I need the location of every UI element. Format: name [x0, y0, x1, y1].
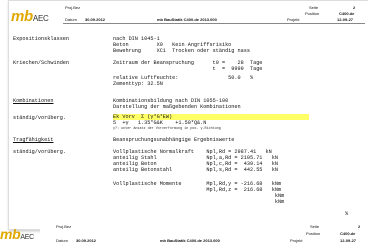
- back-mbaec-logo: mbAEC: [0, 226, 34, 242]
- position-value: C400.de: [339, 11, 355, 16]
- exp-line3: Bewehrung XC1 Trocken oder ständig nass: [113, 48, 250, 54]
- kriech-line2: t = 9999 Tage: [113, 66, 263, 72]
- back-logo-mb: mb: [0, 226, 21, 242]
- program-name: mb BauStatik C400.de 2013.000: [157, 17, 217, 22]
- header-rule: [63, 23, 365, 24]
- datum-value: 30.09.2012: [85, 17, 106, 22]
- ek-values-line: 5 +γ 1.35*G&K +1.50*Q&.N: [113, 120, 207, 126]
- tragfaehigkeit-label: Tragfähigkeit: [13, 137, 54, 143]
- back-seite-label: Seite: [310, 224, 320, 229]
- kombinationen-label: Kombinationen: [13, 98, 54, 104]
- ek-note: γ?: unter Ansatz der Vorverformung in po…: [113, 127, 221, 131]
- vp-line4: anteilig Betonstahl Npl,s,Rd = 442.55 kN: [113, 167, 278, 173]
- document-page: Proj.Bez Seite 2 Position C400.de mbAEC …: [8, 0, 368, 230]
- back-projekt-label: Projekt: [290, 238, 303, 243]
- logo-mb: mb: [11, 8, 33, 25]
- projekt-label: Projekt: [287, 17, 300, 22]
- back-position-value: C400.de: [340, 231, 356, 236]
- percent-sign: %: [345, 211, 349, 217]
- datum-label: Datum: [65, 17, 77, 22]
- position-label: Position: [305, 11, 320, 16]
- back-program-name: mb BauStatik C400.de 2013.000: [160, 238, 220, 243]
- trag-line: Beanspruchungsunabhängige Ergebniswerte: [113, 137, 235, 143]
- back-position-label: Position: [306, 231, 321, 236]
- logo-aec: AEC: [32, 14, 49, 23]
- back-proj-bez-label: Proj.Bez: [56, 224, 72, 229]
- seite-label: Seite: [309, 5, 319, 10]
- komb-line2: Darstellung der maßgebenden Kombinatione…: [113, 104, 241, 110]
- back-logo-aec: AEC: [20, 234, 34, 241]
- expositionsklassen-label: Expositionsklassen: [13, 36, 70, 42]
- back-datum-value: 30.09.2012: [76, 238, 97, 243]
- kriech-line4: Zementtyp: 32.5N: [113, 81, 163, 87]
- vm-line4: kNm: [113, 199, 285, 205]
- back-datum-label: Datum: [56, 238, 68, 243]
- staendig2-label: ständig/vorüberg.: [13, 149, 66, 155]
- back-projekt-value: 12-09-27: [340, 238, 357, 243]
- seite-value: 2: [353, 5, 356, 10]
- proj-bez-label: Proj.Bez: [65, 5, 81, 10]
- staendig-label: ständig/vorüberg.: [13, 115, 66, 121]
- projekt-value: 12-09-27: [337, 17, 354, 22]
- mbaec-logo: mbAEC: [11, 8, 49, 25]
- kriechen-label: Kriechen/Schwinden: [13, 60, 70, 66]
- back-seite-value: 2: [358, 224, 361, 229]
- back-document-page: Proj.Bez Seite 2 Position C400.de Datum …: [40, 222, 368, 245]
